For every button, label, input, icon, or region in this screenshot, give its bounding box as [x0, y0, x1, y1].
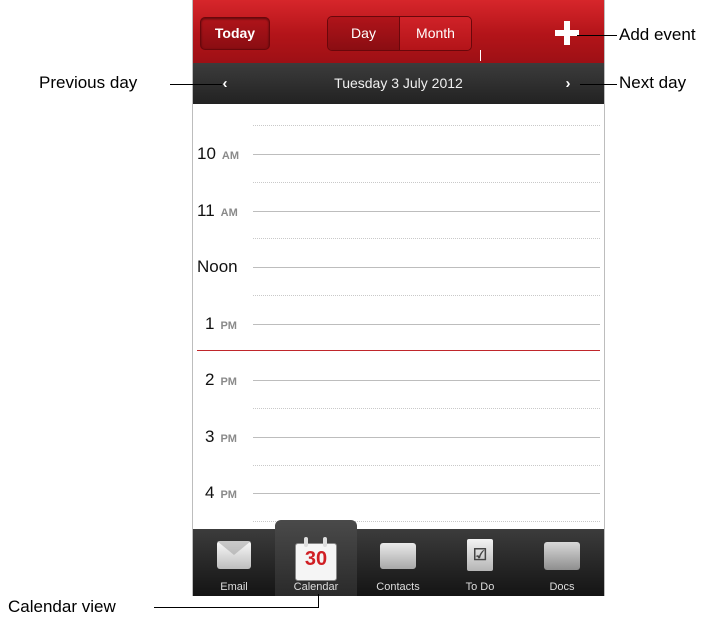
day-view-tab[interactable]: Day: [328, 17, 400, 50]
annotation-leader-line: [480, 50, 481, 61]
tab-email[interactable]: Email: [193, 529, 275, 596]
annotation-next-day: Next day: [619, 73, 687, 92]
hour-line: [253, 211, 600, 212]
hour-label: 1 PM: [205, 314, 237, 333]
calendar-date-badge: 30: [304, 548, 328, 570]
annotation-leader-line: [580, 84, 617, 85]
hour-line: [253, 154, 600, 155]
half-hour-line: [253, 408, 600, 409]
half-hour-line: [253, 238, 600, 239]
hour-label: 2 PM: [205, 370, 237, 389]
next-day-button[interactable]: ›: [553, 63, 583, 104]
calendar-ring-icon: [304, 537, 308, 547]
tab-calendar[interactable]: 30 Calendar: [275, 520, 357, 596]
hour-line: [253, 493, 600, 494]
calendar-ring-icon: [323, 537, 327, 547]
hour-label: Noon: [197, 257, 238, 276]
bottom-tab-bar: Email 30 Calendar Contacts ☑ To Do Docs: [193, 520, 604, 596]
hour-label: 3 PM: [205, 427, 237, 446]
month-view-tab[interactable]: Month: [400, 17, 471, 50]
todo-icon: ☑: [467, 539, 493, 571]
tab-docs[interactable]: Docs: [521, 529, 603, 596]
hour-line: [253, 380, 600, 381]
contacts-icon: [380, 543, 416, 569]
today-button[interactable]: Today: [200, 17, 270, 50]
current-date-title: Tuesday 3 July 2012: [334, 75, 463, 91]
half-hour-line: [253, 182, 600, 183]
add-event-button[interactable]: [555, 21, 579, 45]
tab-label: Docs: [549, 581, 575, 593]
annotation-calendar-view: Calendar view: [8, 597, 116, 616]
view-segmented-control: Day Month: [327, 16, 472, 51]
phone-screen: Today Day Month ‹ Tuesday 3 July 2012 › …: [192, 0, 605, 596]
annotation-leader-line: [170, 84, 222, 85]
tab-label: Calendar: [293, 581, 339, 593]
current-time-indicator: [197, 350, 600, 351]
hour-line: [253, 324, 600, 325]
hour-label: 11 AM: [197, 201, 238, 220]
tab-contacts[interactable]: Contacts: [357, 529, 439, 596]
half-hour-line: [253, 465, 600, 466]
tab-label: To Do: [465, 581, 495, 593]
date-navigation-bar: ‹ Tuesday 3 July 2012 ›: [193, 63, 604, 104]
half-hour-line: [253, 125, 600, 126]
annotation-leader-line: [318, 594, 319, 608]
tab-label: Contacts: [376, 581, 420, 593]
hour-label: 4 PM: [205, 483, 237, 502]
email-icon: [217, 541, 251, 569]
annotation-add-event: Add event: [619, 25, 696, 44]
hour-line: [253, 437, 600, 438]
hour-line: [253, 267, 600, 268]
tab-todo[interactable]: ☑ To Do: [439, 529, 521, 596]
top-toolbar: Today Day Month: [193, 0, 604, 63]
half-hour-line: [253, 295, 600, 296]
annotation-leader-line: [154, 607, 319, 608]
annotation-leader-line: [577, 35, 617, 36]
annotation-previous-day: Previous day: [39, 73, 138, 92]
calendar-icon: 30: [295, 537, 337, 581]
hour-label: 10 AM: [197, 144, 240, 163]
tab-label: Email: [220, 581, 248, 593]
docs-icon: [544, 542, 580, 570]
day-time-grid[interactable]: 10 AM 11 AM Noon 1 PM 2 PM 3 PM 4 PM: [193, 104, 604, 529]
